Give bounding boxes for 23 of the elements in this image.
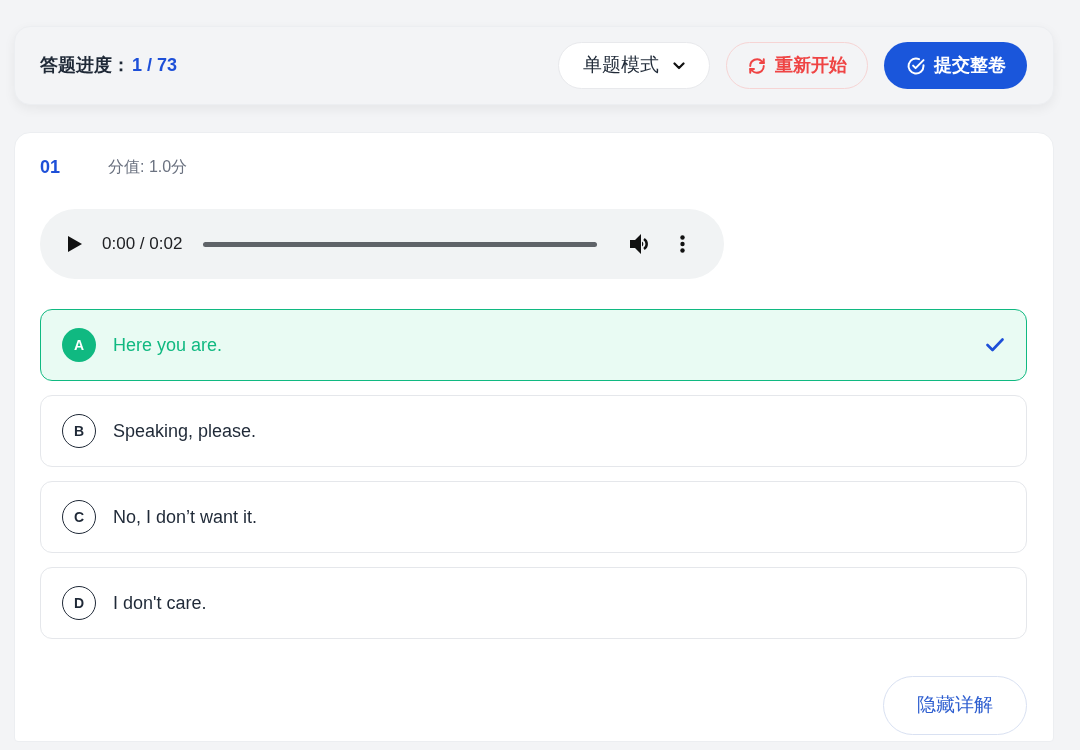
progress-value: 1 / 73 [132, 54, 178, 77]
chevron-down-icon [673, 61, 685, 70]
refresh-icon [747, 56, 766, 75]
checkmark-icon [986, 338, 1004, 352]
option-text: I don't care. [113, 591, 208, 615]
audio-time: 0:00 / 0:02 [102, 233, 183, 256]
submit-button[interactable]: 提交整卷 [884, 42, 1027, 89]
score-text: 分值: 1.0分 [108, 157, 188, 177]
option-letter-badge: A [62, 328, 96, 362]
play-icon[interactable] [68, 236, 82, 252]
more-options-icon[interactable] [680, 235, 686, 253]
progress-label: 答题进度： [40, 54, 130, 77]
answer-option[interactable]: D I don't care. [40, 567, 1027, 639]
answer-option[interactable]: C No, I don’t want it. [40, 481, 1027, 553]
option-text: No, I don’t want it. [113, 505, 259, 529]
option-text: Speaking, please. [113, 419, 258, 443]
hide-explanation-button[interactable]: 隐藏详解 [883, 676, 1027, 735]
progress-track[interactable] [203, 241, 598, 247]
check-circle-icon [905, 55, 926, 76]
question-number: 01 [40, 155, 62, 179]
option-text: Here you are. [113, 333, 224, 357]
mode-dropdown[interactable]: 单题模式 [558, 42, 710, 89]
answer-option[interactable]: B Speaking, please. [40, 395, 1027, 467]
